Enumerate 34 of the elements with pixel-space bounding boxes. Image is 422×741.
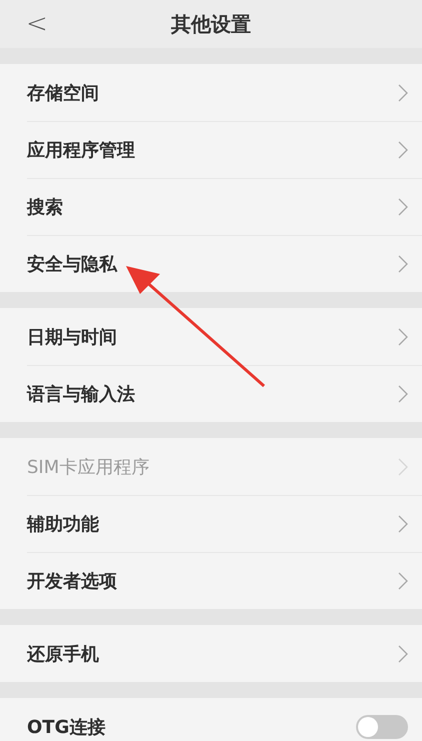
- chevron-icon: [398, 384, 408, 402]
- settings-row[interactable]: 语言与输入法: [0, 365, 422, 422]
- chevron-icon: [398, 514, 408, 532]
- page-title: 其他设置: [171, 10, 251, 38]
- settings-row[interactable]: OTG连接: [0, 698, 422, 741]
- row-label: 存储空间: [27, 82, 100, 104]
- row-label: 搜索: [27, 196, 64, 218]
- row-label: SIM卡应用程序: [27, 456, 150, 478]
- row-label: 语言与输入法: [27, 382, 136, 406]
- row-label: 安全与隐私: [27, 252, 118, 276]
- settings-row[interactable]: 搜索: [0, 178, 422, 235]
- chevron-icon: [398, 254, 408, 272]
- chevron-icon: [398, 328, 408, 346]
- row-label: 开发者选项: [27, 570, 118, 592]
- chevron-icon: [398, 198, 408, 216]
- settings-row[interactable]: 开发者选项: [0, 552, 422, 609]
- chevron-icon: [398, 572, 408, 590]
- toggle-switch[interactable]: [356, 714, 408, 738]
- settings-row[interactable]: 辅助功能: [0, 495, 422, 552]
- settings-row[interactable]: 安全与隐私: [0, 235, 422, 292]
- settings-row[interactable]: 应用程序管理: [0, 121, 422, 178]
- settings-row[interactable]: 存储空间: [0, 64, 422, 121]
- row-label: OTG连接: [27, 716, 106, 738]
- row-label: 应用程序管理: [27, 138, 136, 162]
- row-label: 辅助功能: [27, 512, 100, 536]
- chevron-icon: [398, 84, 408, 102]
- settings-row[interactable]: 日期与时间: [0, 308, 422, 365]
- chevron-icon: [398, 458, 408, 476]
- chevron-icon: [398, 644, 408, 662]
- back-button[interactable]: <: [20, 8, 54, 40]
- chevron-icon: [398, 140, 408, 158]
- row-label: 还原手机: [27, 642, 100, 666]
- settings-row[interactable]: 还原手机: [0, 625, 422, 682]
- row-label: 日期与时间: [27, 326, 118, 348]
